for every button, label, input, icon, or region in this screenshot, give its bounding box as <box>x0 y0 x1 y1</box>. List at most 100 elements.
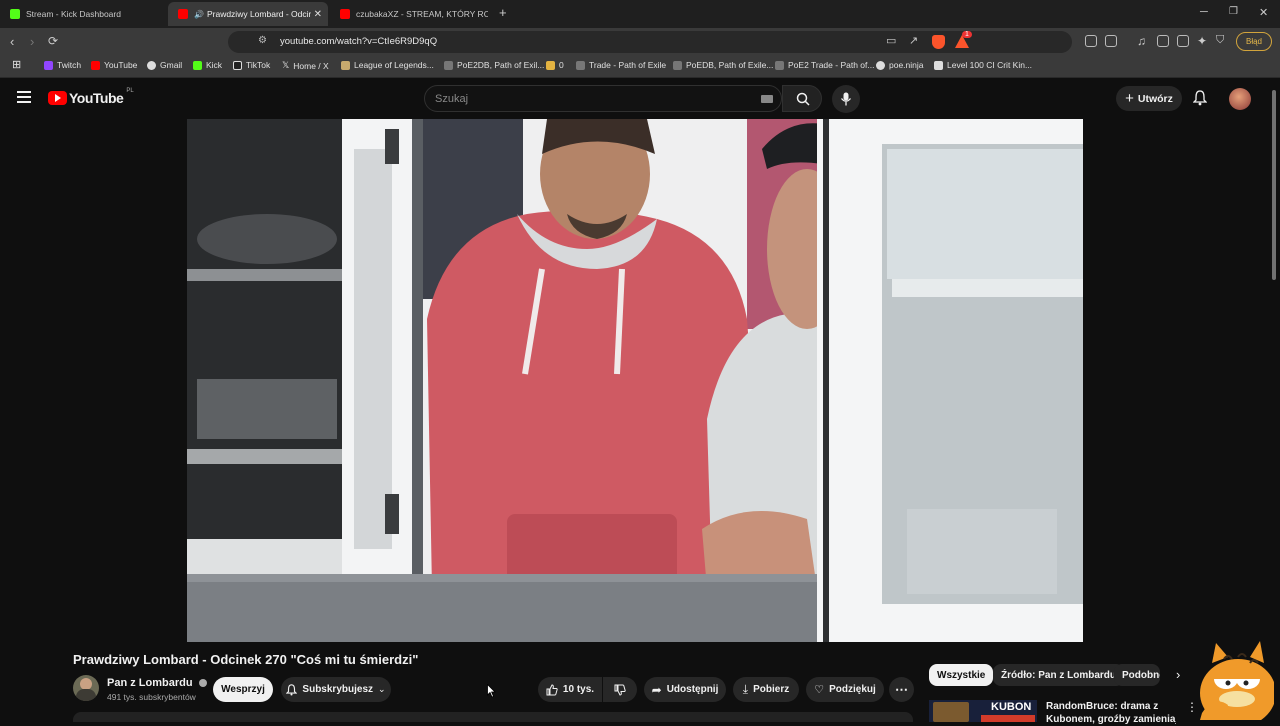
create-button[interactable]: + Utwórz <box>1116 86 1182 111</box>
voice-search-button[interactable] <box>832 85 860 113</box>
bookmark-level100[interactable]: Level 100 CI Crit Kin... <box>934 60 1032 70</box>
chevron-down-icon: ⌄ <box>378 684 386 694</box>
bookmark-label: Level 100 CI Crit Kin... <box>947 60 1033 70</box>
youtube-header: YouTube PL Szukaj + Utwórz <box>0 79 1280 119</box>
site-info-icon[interactable]: ⚙ <box>258 35 267 46</box>
bookmark-label: poe.ninja <box>889 60 924 70</box>
garfield-overlay-image <box>1200 641 1274 720</box>
like-button[interactable]: 10 tys. <box>538 677 602 702</box>
verified-badge-icon <box>198 679 207 688</box>
thumbs-up-icon <box>546 683 558 695</box>
bookmark-youtube[interactable]: YouTube <box>91 60 137 70</box>
kick-favicon-icon <box>10 9 20 19</box>
thumbnail-face <box>933 702 969 722</box>
channel-avatar[interactable] <box>73 675 99 701</box>
cast-icon[interactable]: ▭ <box>886 34 896 47</box>
youtube-logo[interactable]: YouTube PL <box>48 88 134 106</box>
bookmark-poe2db[interactable]: PoE2DB, Path of Exil... <box>444 60 544 70</box>
poedb-icon <box>444 60 453 70</box>
brave-shield-icon[interactable] <box>932 35 945 49</box>
bookmark-gmail[interactable]: Gmail <box>147 60 182 70</box>
notifications-bell-icon[interactable] <box>1192 90 1208 111</box>
x-logo-icon: 𝕏 <box>282 60 290 70</box>
bookmark-kick[interactable]: Kick <box>193 60 222 70</box>
more-actions-button[interactable]: ⋯ <box>889 677 914 702</box>
tiktok-icon <box>233 60 242 70</box>
bookmark-label: YouTube <box>104 60 138 70</box>
bookmark-label: Twitch <box>57 60 82 70</box>
address-bar[interactable]: ⚙ youtube.com/watch?v=CtIe6R9D9qQ <box>228 31 1072 53</box>
poedb-icon <box>673 60 682 70</box>
bookmark-x[interactable]: 𝕏 Home / X <box>282 60 329 71</box>
search-button[interactable] <box>782 85 822 112</box>
bookmark-label: Gmail <box>160 60 183 70</box>
chip-all[interactable]: Wszystkie <box>929 664 994 686</box>
bookmark-twitch[interactable]: Twitch <box>44 60 81 70</box>
mouse-cursor-icon <box>487 684 496 698</box>
url-text: youtube.com/watch?v=CtIe6R9D9qQ <box>280 36 438 47</box>
chevron-right-icon[interactable]: › <box>1176 667 1180 682</box>
channel-name[interactable]: Pan z Lombardu <box>107 677 207 689</box>
bookmark-label: Trade - Path of Exile <box>589 60 667 70</box>
subscriber-count: 491 tys. subskrybentów <box>107 692 196 702</box>
notification-badge: 1 <box>962 31 972 38</box>
browser-tab-youtube-active[interactable]: 🔊 Prawdziwy Lombard - Odcine ✕ <box>168 2 328 26</box>
description-box[interactable] <box>73 712 913 722</box>
user-avatar[interactable] <box>1229 88 1251 110</box>
new-tab-button[interactable]: + <box>499 5 507 20</box>
update-error-button[interactable]: Błąd <box>1236 32 1272 51</box>
media-controls-icon[interactable]: ♫ <box>1137 34 1146 48</box>
league-icon <box>341 60 350 70</box>
browser-tab-youtube[interactable]: czubakaXZ - STREAM, KTÓRY ROZWA <box>330 2 488 26</box>
bookmark-folder[interactable]: 0 <box>546 60 564 70</box>
forward-icon[interactable]: › <box>30 34 34 49</box>
reload-icon[interactable]: ⟳ <box>48 34 58 48</box>
bookmark-label: Kick <box>206 60 223 70</box>
bookmark-label: PoEDB, Path of Exile... <box>686 60 774 70</box>
subscribed-button[interactable]: Subskrybujesz ⌄ <box>281 677 391 702</box>
sidebar-icon[interactable] <box>1157 35 1169 47</box>
recommended-thumbnail[interactable]: KUBON <box>929 700 1037 722</box>
page-scrollbar-thumb[interactable] <box>1272 90 1276 280</box>
twitch-icon <box>44 60 53 70</box>
folder-icon <box>546 60 555 70</box>
extensions-icon[interactable] <box>1085 35 1097 47</box>
bookmark-poedb[interactable]: PoEDB, Path of Exile... <box>673 60 773 70</box>
share-button[interactable]: ➦ Udostępnij <box>644 677 726 702</box>
bookmark-poe-ninja[interactable]: poe.ninja <box>876 60 924 70</box>
recommended-title[interactable]: RandomBruce: drama z Kubonem, groźby zam… <box>1046 700 1176 726</box>
chip-related[interactable]: Podobne <box>1114 664 1160 686</box>
apps-grid-icon[interactable]: ⊞ <box>12 58 21 71</box>
restore-window-icon[interactable]: ❐ <box>1229 6 1238 17</box>
bookmark-poe2-trade[interactable]: PoE2 Trade - Path of... <box>775 60 874 70</box>
back-icon[interactable]: ‹ <box>10 34 14 49</box>
close-window-icon[interactable]: ✕ <box>1259 6 1268 19</box>
close-tab-icon[interactable]: ✕ <box>314 9 322 20</box>
minimize-window-icon[interactable]: ─ <box>1200 6 1208 18</box>
bookmark-tiktok[interactable]: TikTok <box>233 60 270 70</box>
tab-search-icon[interactable] <box>1105 35 1117 47</box>
share-page-icon[interactable]: ↗ <box>909 34 918 47</box>
bookmark-trade-poe[interactable]: Trade - Path of Exile <box>576 60 666 70</box>
download-button[interactable]: ⤓ Pobierz <box>733 677 799 702</box>
youtube-play-icon <box>48 91 67 105</box>
browser-tab-kick[interactable]: Stream - Kick Dashboard <box>0 2 165 26</box>
vpn-icon[interactable]: ⛉ <box>1216 34 1224 47</box>
video-frame <box>187 119 1083 642</box>
support-button[interactable]: Wesprzyj <box>213 677 273 702</box>
chip-from-channel[interactable]: Źródło: Pan z Lombardu <box>993 664 1124 686</box>
heart-dollar-icon: ♡ <box>814 684 825 696</box>
thumbnail-text: KUBON <box>991 701 1032 713</box>
video-player[interactable] <box>187 119 1083 642</box>
ninja-icon <box>876 60 885 70</box>
thanks-button[interactable]: ♡ Podziękuj <box>806 677 884 702</box>
keyboard-icon[interactable] <box>761 95 773 103</box>
menu-icon[interactable] <box>17 91 31 103</box>
search-input[interactable]: Szukaj <box>424 85 782 112</box>
bell-icon <box>286 683 298 696</box>
bookmark-league[interactable]: League of Legends... <box>341 60 434 70</box>
leo-ai-icon[interactable]: ✦ <box>1197 34 1207 48</box>
create-label: Utwórz <box>1137 92 1173 105</box>
dislike-button[interactable] <box>603 677 637 702</box>
wallet-icon[interactable] <box>1177 35 1189 47</box>
